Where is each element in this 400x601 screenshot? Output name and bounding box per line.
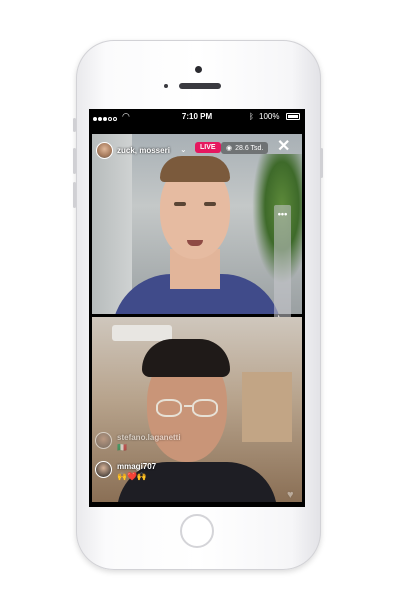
- glasses-right-lens: [192, 399, 218, 417]
- heart-icon: ♥: [289, 505, 296, 507]
- background-wall: [92, 134, 132, 314]
- live-badge: LIVE: [195, 142, 221, 153]
- proximity-sensor: [164, 84, 168, 88]
- host-video-feed: [92, 134, 302, 314]
- more-dots-icon[interactable]: •••: [275, 209, 290, 219]
- avatar[interactable]: [95, 461, 112, 478]
- host-avatar[interactable]: [96, 142, 113, 159]
- background-shelf: [242, 372, 292, 442]
- heart-icon: ♥: [287, 489, 294, 501]
- eye-icon: ◉: [226, 145, 233, 152]
- bluetooth-icon: ᛒ: [249, 112, 254, 121]
- battery-percent: 100%: [259, 112, 280, 121]
- comment-username[interactable]: mmagi707: [117, 462, 156, 471]
- close-icon[interactable]: ✕: [277, 139, 290, 155]
- avatar[interactable]: [95, 432, 112, 449]
- floating-hearts: ♥ ♥ ♥ ♥ ♥ ♥ ♥: [285, 489, 303, 507]
- comment-text: 🇮🇹: [117, 443, 127, 452]
- host-person-eye: [174, 202, 186, 206]
- comment-username[interactable]: stefano.laganetti: [117, 433, 181, 442]
- host-person-eye: [204, 202, 216, 206]
- front-camera: [195, 66, 202, 73]
- glasses-left-lens: [156, 399, 182, 417]
- guest-person-hair: [142, 339, 230, 377]
- comment-text: 🙌❤️🙌: [117, 472, 147, 481]
- host-person-hair: [160, 156, 230, 182]
- earpiece-speaker: [179, 83, 221, 89]
- viewer-count-badge[interactable]: ◉ 28.6 Tsd.: [221, 142, 269, 154]
- ceiling-light: [112, 325, 172, 341]
- home-button[interactable]: [180, 514, 214, 548]
- mute-switch: [73, 118, 76, 132]
- side-panel: [274, 205, 291, 329]
- chevron-down-icon[interactable]: ⌄: [180, 145, 187, 154]
- status-bar: ◠ 7:10 PM ᛒ 100%: [89, 109, 305, 125]
- glasses-bridge: [184, 405, 192, 407]
- power-button: [320, 148, 323, 178]
- host-name[interactable]: zuck, mosseri: [117, 146, 170, 155]
- viewer-count: 28.6 Tsd.: [235, 145, 264, 152]
- volume-down-button: [73, 182, 76, 208]
- battery-icon: [286, 113, 300, 120]
- volume-up-button: [73, 148, 76, 174]
